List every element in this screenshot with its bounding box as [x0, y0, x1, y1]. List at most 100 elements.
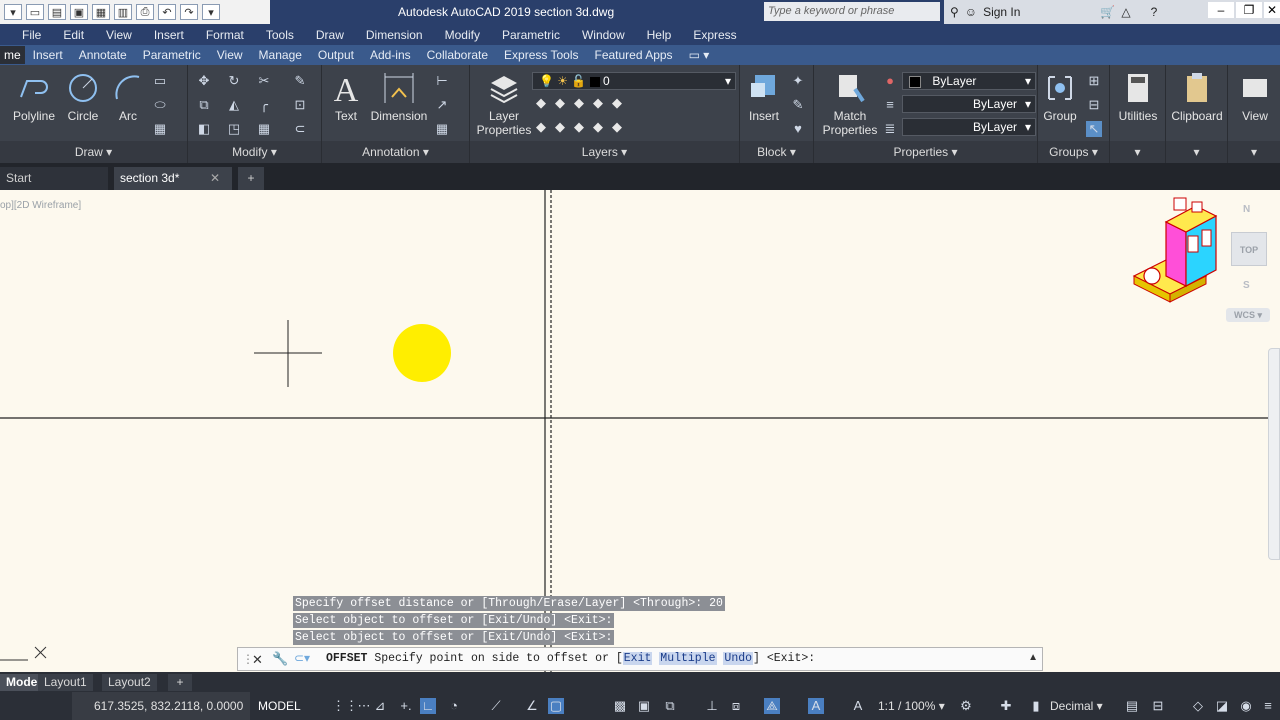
color-dropdown[interactable]: ByLayer ▾ [902, 72, 1036, 90]
groups-panel-title[interactable]: Groups ▾ [1038, 141, 1109, 163]
exchange-icon[interactable]: △ [1121, 5, 1130, 19]
lock-ui-icon[interactable]: ⊟ [1150, 698, 1166, 714]
units-dropdown[interactable]: Decimal ▾ [1050, 692, 1103, 720]
grid-icon[interactable]: ⋮⋮ [332, 698, 358, 714]
option-exit[interactable]: Exit [622, 652, 653, 665]
erase-icon[interactable]: ✎ [292, 73, 308, 89]
rectangle-icon[interactable]: ▭ [152, 73, 168, 89]
transparency-icon[interactable]: ▩ [612, 698, 628, 714]
group-edit-icon[interactable]: ⊟ [1086, 97, 1102, 113]
ribbon-tab-me[interactable]: me [0, 46, 25, 64]
ribbon-tab-collaborate[interactable]: Collaborate [419, 48, 496, 62]
ribbon-tab-manage[interactable]: Manage [251, 48, 310, 62]
menu-file[interactable]: File [22, 28, 41, 42]
menu-parametric[interactable]: Parametric [502, 28, 560, 42]
table-icon[interactable]: ▦ [434, 121, 450, 137]
save-icon[interactable]: ▣ [70, 4, 88, 20]
stretch-icon[interactable]: ◧ [196, 121, 212, 137]
viewcube-north[interactable]: N [1243, 204, 1250, 215]
new-file-icon[interactable]: ▭ [26, 4, 44, 20]
offset-icon[interactable]: ⊂ [292, 121, 308, 137]
viewcube-south[interactable]: S [1243, 280, 1250, 291]
ribbon-options-icon[interactable]: ▭ ▾ [681, 48, 718, 62]
utilities-expand[interactable]: ▾ [1110, 141, 1165, 163]
redo-icon[interactable]: ↷ [180, 4, 198, 20]
drawing-canvas[interactable]: op][2D Wireframe] N TOP S WCS ▾ Specify … [0, 190, 1280, 672]
modify-panel-title[interactable]: Modify ▾ [188, 141, 321, 163]
save-as-icon[interactable]: ▦ [92, 4, 110, 20]
menu-tools[interactable]: Tools [266, 28, 294, 42]
object-snap-tracking-icon[interactable]: ∠ [524, 698, 540, 714]
view-tool[interactable]: View [1230, 71, 1280, 123]
undo-icon[interactable]: ↶ [158, 4, 176, 20]
color-wheel-icon[interactable]: ● [882, 73, 898, 89]
annotation-scale[interactable]: 1:1 / 100% ▾ [878, 692, 945, 720]
menu-modify[interactable]: Modify [445, 28, 480, 42]
menu-view[interactable]: View [106, 28, 132, 42]
search-input[interactable]: Type a keyword or phrase [764, 2, 940, 21]
layout2-tab[interactable]: Layout2 [102, 674, 157, 691]
start-tab[interactable]: Start [0, 167, 108, 190]
selection-cycling-icon[interactable]: ▣ [636, 698, 652, 714]
close-command-line-icon[interactable]: ✕ [252, 652, 263, 668]
group-selection-icon[interactable]: ↖ [1086, 121, 1102, 137]
lineweight-icon[interactable]: ≣ [882, 121, 898, 137]
help-icon[interactable]: ? [1151, 5, 1158, 19]
navigation-bar[interactable] [1268, 348, 1280, 560]
polyline-tool[interactable]: Polyline [10, 71, 58, 123]
recent-commands-icon[interactable]: ⊂▾ [294, 651, 310, 665]
clipboard-tool[interactable]: Clipboard [1168, 71, 1226, 123]
ellipse-icon[interactable]: ⬭ [152, 97, 168, 113]
customize-icon[interactable]: 🔧 [272, 651, 288, 667]
layout1-tab[interactable]: Layout1 [38, 674, 93, 691]
option-multiple[interactable]: Multiple [659, 652, 717, 665]
mirror-icon[interactable]: ◭ [226, 97, 242, 113]
layer-tools-row-1[interactable]: ◆◆◆◆◆ [536, 95, 631, 111]
command-line[interactable]: ⋮ ✕ 🔧 ⊂▾ OFFSET Specify point on side to… [237, 647, 1043, 671]
close-button[interactable]: ✕ [1264, 2, 1280, 18]
lineweight-dropdown[interactable]: ByLayer ▾ [902, 118, 1036, 136]
web-mobile-icon[interactable]: ▥ [114, 4, 132, 20]
binoculars-icon[interactable]: ⚲ [950, 5, 959, 19]
dynamic-ucs-icon[interactable]: ⊥ [704, 698, 720, 714]
infer-constraints-icon[interactable]: ⊿ [372, 698, 388, 714]
annotation-panel-title[interactable]: Annotation ▾ [322, 141, 469, 163]
clean-screen-icon[interactable]: ◉ [1238, 698, 1254, 714]
annotation-monitor-icon[interactable]: ✚ [998, 698, 1014, 714]
ungroup-icon[interactable]: ⊞ [1086, 73, 1102, 89]
linear-dim-icon[interactable]: ⊢ [434, 73, 450, 89]
menu-dimension[interactable]: Dimension [366, 28, 423, 42]
viewcube-top[interactable]: TOP [1231, 232, 1267, 266]
cart-icon[interactable]: 🛒 [1100, 5, 1115, 19]
create-block-icon[interactable]: ✦ [790, 73, 806, 89]
menu-window[interactable]: Window [582, 28, 625, 42]
text-tool[interactable]: A Text [328, 71, 364, 123]
application-menu-icon[interactable]: ▾ [4, 4, 22, 20]
ribbon-tab-insert[interactable]: Insert [25, 48, 71, 62]
object-snap-icon[interactable]: ▢ [548, 698, 564, 714]
fillet-icon[interactable]: ╭ [256, 97, 272, 113]
sign-in-button[interactable]: Sign In [983, 5, 1020, 19]
copy-icon[interactable]: ⧉ [196, 97, 212, 113]
move-icon[interactable]: ✥ [196, 73, 212, 89]
ortho-icon[interactable]: ∟ [420, 698, 436, 714]
utilities-tool[interactable]: Utilities [1112, 71, 1164, 123]
customize-qat-icon[interactable]: ▾ [202, 4, 220, 20]
customization-icon[interactable]: ≡ [1260, 698, 1276, 714]
menu-help[interactable]: Help [647, 28, 672, 42]
circle-tool[interactable]: Circle [62, 71, 104, 123]
menu-insert[interactable]: Insert [154, 28, 184, 42]
ribbon-tab-featured-apps[interactable]: Featured Apps [587, 48, 681, 62]
layer-dropdown[interactable]: 💡 ☀ 🔓 0 ▾ [532, 72, 736, 90]
hatch-icon[interactable]: ▦ [152, 121, 168, 137]
model-space-toggle[interactable]: MODEL [254, 692, 305, 720]
polar-icon[interactable]: ◔ [446, 698, 462, 714]
3d-osnap-icon[interactable]: ⧉ [662, 698, 678, 714]
dimension-tool[interactable]: Dimension [366, 71, 432, 123]
layer-properties-tool[interactable]: Layer Properties [476, 71, 532, 137]
block-panel-title[interactable]: Block ▾ [740, 141, 813, 163]
auto-scale-icon[interactable]: A [850, 698, 866, 714]
plot-icon[interactable]: ⎙ [136, 4, 154, 20]
menu-draw[interactable]: Draw [316, 28, 344, 42]
menu-express[interactable]: Express [693, 28, 736, 42]
